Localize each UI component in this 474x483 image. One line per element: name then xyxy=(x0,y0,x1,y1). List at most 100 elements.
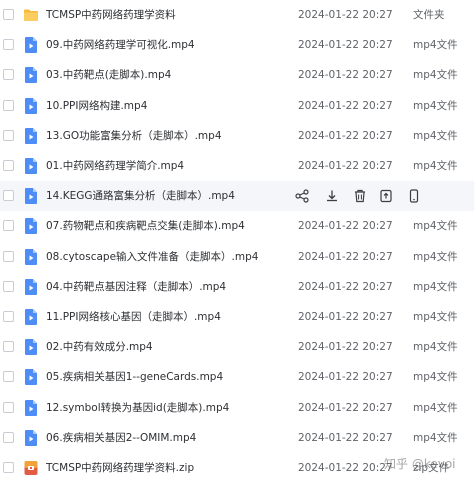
file-type: mp4文件 xyxy=(413,220,458,233)
file-row[interactable]: 02.中药有效成分.mp4 2024-01-22 20:27 mp4文件 xyxy=(0,332,474,363)
more-phone-icon[interactable] xyxy=(406,188,422,204)
video-file-icon xyxy=(23,429,39,447)
row-checkbox[interactable] xyxy=(3,39,14,51)
video-file-icon xyxy=(23,368,39,386)
row-checkbox[interactable] xyxy=(3,280,14,292)
file-name[interactable]: 11.PPI网络核心基因（走脚本）.mp4 xyxy=(46,310,221,324)
file-date: 2024-01-22 20:27 xyxy=(298,250,393,263)
file-row[interactable]: 11.PPI网络核心基因（走脚本）.mp4 2024-01-22 20:27 mp4… xyxy=(0,302,474,333)
file-date: 2024-01-22 20:27 xyxy=(298,431,393,444)
file-type: mp4文件 xyxy=(413,371,458,384)
video-file-icon xyxy=(23,278,39,296)
file-name[interactable]: 02.中药有效成分.mp4 xyxy=(46,340,153,354)
video-file-icon xyxy=(23,338,39,356)
row-checkbox[interactable] xyxy=(3,250,14,262)
row-checkbox[interactable] xyxy=(3,190,14,202)
video-file-icon xyxy=(23,187,39,205)
file-date: 2024-01-22 20:27 xyxy=(298,220,393,233)
row-checkbox[interactable] xyxy=(3,9,14,20)
file-type: mp4文件 xyxy=(413,69,458,82)
file-date: 2024-01-22 20:27 xyxy=(298,69,393,82)
video-file-icon xyxy=(23,308,39,326)
folder-icon xyxy=(23,6,39,24)
video-file-icon xyxy=(23,248,39,266)
row-checkbox[interactable] xyxy=(3,401,14,413)
file-type: 文件夹 xyxy=(413,9,445,21)
file-row[interactable]: 14.KEGG通路富集分析（走脚本）.mp4 xyxy=(0,181,474,212)
file-name[interactable]: 09.中药网络药理学可视化.mp4 xyxy=(46,38,195,52)
file-row[interactable]: 10.PPI网络构建.mp4 2024-01-22 20:27 mp4文件 xyxy=(0,90,474,121)
delete-icon[interactable] xyxy=(352,188,368,204)
file-name[interactable]: TCMSP中药网络药理学资料 xyxy=(46,8,176,22)
file-date: 2024-01-22 20:27 xyxy=(298,371,393,384)
file-date: 2024-01-22 20:27 xyxy=(298,99,393,112)
file-type: zip文件 xyxy=(413,462,450,474)
file-type: mp4文件 xyxy=(413,341,458,354)
row-checkbox[interactable] xyxy=(3,462,14,473)
file-row[interactable]: 05.疾病相关基因1--geneCards.mp4 2024-01-22 20:2… xyxy=(0,362,474,393)
row-checkbox[interactable] xyxy=(3,160,14,171)
row-checkbox[interactable] xyxy=(3,220,14,232)
file-date: 2024-01-22 20:27 xyxy=(298,401,393,414)
file-row[interactable]: 08.cytoscape输入文件准备（走脚本）.mp4 2024-01-22 20… xyxy=(0,241,474,272)
file-date: 2024-01-22 20:27 xyxy=(298,160,393,172)
file-row[interactable]: 03.中药靶点(走脚本).mp4 2024-01-22 20:27 mp4文件 xyxy=(0,60,474,91)
file-name[interactable]: 12.symbol转换为基因id(走脚本).mp4 xyxy=(46,401,229,415)
row-checkbox[interactable] xyxy=(3,129,14,141)
file-type: mp4文件 xyxy=(413,99,458,112)
file-row[interactable]: 13.GO功能富集分析（走脚本）.mp4 2024-01-22 20:27 mp4文… xyxy=(0,120,474,151)
file-name[interactable]: 04.中药靶点基因注释（走脚本）.mp4 xyxy=(46,280,226,294)
file-row[interactable]: 07.药物靶点和疾病靶点交集(走脚本).mp4 2024-01-22 20:27 m… xyxy=(0,211,474,242)
row-checkbox[interactable] xyxy=(3,69,14,81)
file-name[interactable]: 03.中药靶点(走脚本).mp4 xyxy=(46,68,171,82)
video-file-icon xyxy=(23,66,39,84)
file-date: 2024-01-22 20:27 xyxy=(298,311,393,323)
video-file-icon xyxy=(23,217,39,235)
video-file-icon xyxy=(23,399,39,417)
file-row[interactable]: 09.中药网络药理学可视化.mp4 2024-01-22 20:27 mp4文件 xyxy=(0,30,474,61)
file-row[interactable]: TCMSP中药网络药理学资料.zip 2024-01-22 20:27 zip文件 xyxy=(0,453,474,483)
file-list: TCMSP中药网络药理学资料 2024-01-22 20:27 文件夹 09.中药网… xyxy=(0,0,474,483)
row-checkbox[interactable] xyxy=(3,431,14,443)
video-file-icon xyxy=(23,36,39,54)
file-type: mp4文件 xyxy=(413,280,458,293)
file-name[interactable]: 06.疾病相关基因2--OMIM.mp4 xyxy=(46,431,196,445)
row-checkbox[interactable] xyxy=(3,311,14,322)
file-date: 2024-01-22 20:27 xyxy=(298,462,393,474)
file-date: 2024-01-22 20:27 xyxy=(298,129,393,142)
file-type: mp4文件 xyxy=(413,129,458,142)
file-row[interactable]: TCMSP中药网络药理学资料 2024-01-22 20:27 文件夹 xyxy=(0,0,474,31)
share-icon[interactable] xyxy=(294,188,310,204)
file-name[interactable]: 07.药物靶点和疾病靶点交集(走脚本).mp4 xyxy=(46,219,245,233)
file-row[interactable]: 04.中药靶点基因注释（走脚本）.mp4 2024-01-22 20:27 mp4文… xyxy=(0,271,474,302)
file-name[interactable]: 10.PPI网络构建.mp4 xyxy=(46,99,147,113)
file-name[interactable]: TCMSP中药网络药理学资料.zip xyxy=(46,461,194,475)
file-type: mp4文件 xyxy=(413,431,458,444)
video-file-icon xyxy=(23,157,39,175)
file-date: 2024-01-22 20:27 xyxy=(298,280,393,293)
zip-file-icon xyxy=(23,459,39,477)
file-date: 2024-01-22 20:27 xyxy=(298,9,393,21)
file-row[interactable]: 12.symbol转换为基因id(走脚本).mp4 2024-01-22 20:2… xyxy=(0,392,474,423)
file-row[interactable]: 01.中药网络药理学简介.mp4 2024-01-22 20:27 mp4文件 xyxy=(0,151,474,182)
file-type: mp4文件 xyxy=(413,39,458,52)
row-checkbox[interactable] xyxy=(3,341,14,353)
file-type: mp4文件 xyxy=(413,160,458,172)
file-name[interactable]: 01.中药网络药理学简介.mp4 xyxy=(46,159,184,173)
video-file-icon xyxy=(23,127,39,145)
file-date: 2024-01-22 20:27 xyxy=(298,341,393,354)
file-name[interactable]: 08.cytoscape输入文件准备（走脚本）.mp4 xyxy=(46,250,258,264)
row-actions xyxy=(294,188,444,204)
file-name[interactable]: 14.KEGG通路富集分析（走脚本）.mp4 xyxy=(46,189,235,203)
file-type: mp4文件 xyxy=(413,250,458,263)
file-date: 2024-01-22 20:27 xyxy=(298,39,393,52)
file-type: mp4文件 xyxy=(413,311,458,323)
open-in-app-icon[interactable] xyxy=(378,188,394,204)
download-icon[interactable] xyxy=(324,188,340,204)
file-type: mp4文件 xyxy=(413,401,458,414)
file-row[interactable]: 06.疾病相关基因2--OMIM.mp4 2024-01-22 20:27 mp4文… xyxy=(0,422,474,453)
file-name[interactable]: 13.GO功能富集分析（走脚本）.mp4 xyxy=(46,129,222,143)
row-checkbox[interactable] xyxy=(3,99,14,111)
row-checkbox[interactable] xyxy=(3,371,14,383)
file-name[interactable]: 05.疾病相关基因1--geneCards.mp4 xyxy=(46,370,223,384)
